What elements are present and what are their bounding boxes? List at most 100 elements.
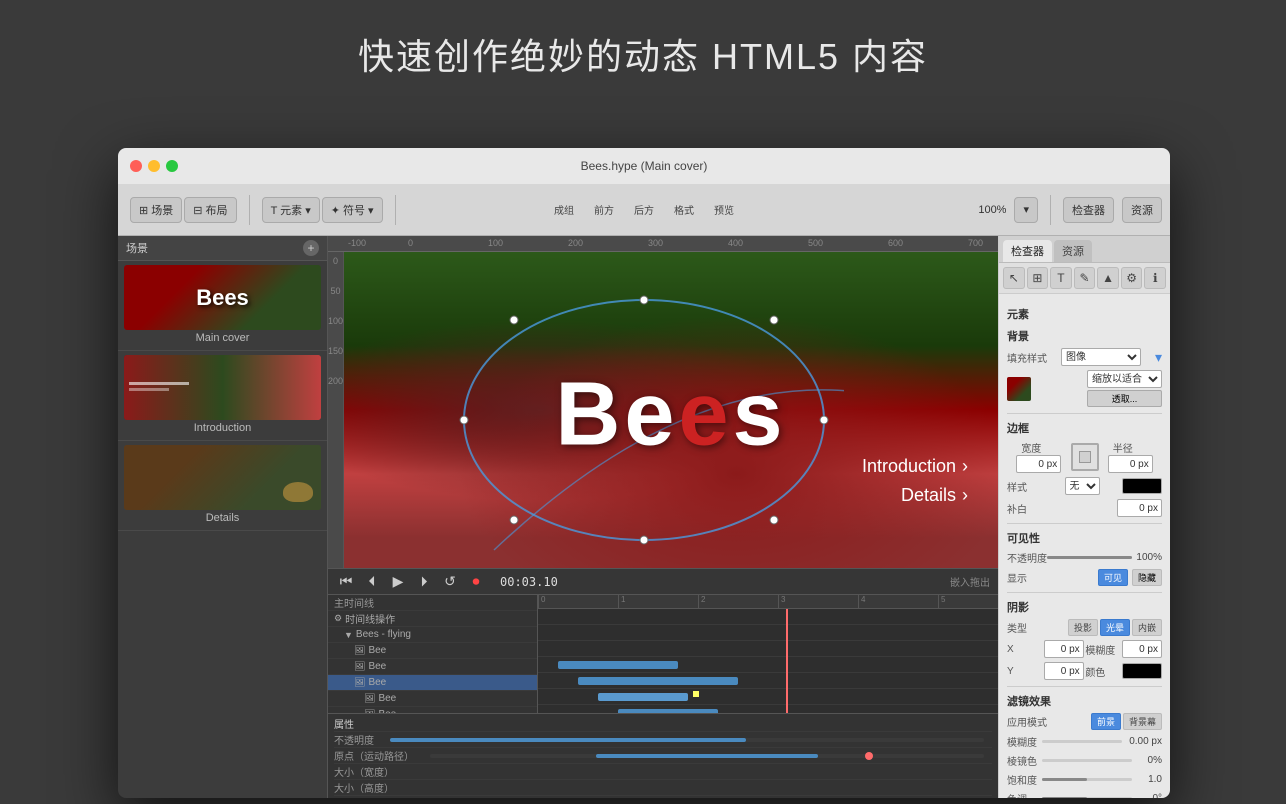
shadow-inner-btn[interactable]: 内嵌 bbox=[1132, 619, 1162, 636]
tool-layers[interactable]: ⊞ bbox=[1027, 267, 1049, 289]
nav-intro-arrow: › bbox=[962, 456, 968, 477]
shadow-glow-btn[interactable]: 光晕 bbox=[1100, 619, 1130, 636]
canvas-wrapper[interactable]: Bees Introduction › Details › bbox=[344, 252, 998, 568]
symbol-btn[interactable]: ✦ 符号 ▾ bbox=[322, 197, 383, 223]
nav-details[interactable]: Details › bbox=[862, 481, 968, 510]
zoom-btn[interactable]: ▾ bbox=[1014, 197, 1038, 223]
visible-btn[interactable]: 可见 bbox=[1098, 569, 1128, 586]
row-filter-hue: 色调 0° bbox=[1007, 791, 1162, 798]
resources-btn[interactable]: 资源 bbox=[1122, 197, 1162, 223]
filter-mode-label: 应用模式 bbox=[1007, 714, 1047, 729]
track-action[interactable]: ⚙ 时间线操作 bbox=[328, 611, 537, 627]
back-btn[interactable]: 后方 bbox=[634, 202, 654, 217]
opacity-slider-container bbox=[1047, 556, 1132, 559]
tool-shape[interactable]: ▲ bbox=[1097, 267, 1119, 289]
blur-slider[interactable] bbox=[1042, 740, 1122, 743]
shadow-color-swatch[interactable] bbox=[1122, 663, 1162, 679]
border-padding-input[interactable] bbox=[1117, 499, 1162, 517]
grainy-slider[interactable] bbox=[1042, 759, 1132, 762]
fill-style-icon: ▾ bbox=[1155, 349, 1162, 366]
track-bee-2[interactable]: 🖼 Bee bbox=[328, 659, 537, 675]
play-btn[interactable]: ▶ bbox=[388, 573, 408, 590]
track-bee-3-selected[interactable]: 🖼 Bee bbox=[328, 675, 537, 691]
minimize-button[interactable] bbox=[148, 160, 160, 172]
scene-thumb-3 bbox=[124, 445, 321, 510]
step-back-btn[interactable]: ⏴ bbox=[362, 573, 382, 590]
kf-track-bee1 bbox=[538, 657, 998, 673]
step-fwd-btn[interactable]: ⏵ bbox=[414, 573, 434, 590]
tool-info[interactable]: ℹ bbox=[1144, 267, 1166, 289]
group-btn[interactable]: 成组 bbox=[554, 202, 574, 217]
track-bees-flying[interactable]: ▼ Bees - flying bbox=[328, 627, 537, 643]
scenes-header: 场景 + bbox=[118, 236, 327, 261]
close-button[interactable] bbox=[130, 160, 142, 172]
timeline-tracks: 主时间线 ⚙ 时间线操作 ▼ Bees - flying 🖼 Bee bbox=[328, 595, 538, 713]
fill-style-select[interactable]: 图像 纯色 渐变 bbox=[1061, 348, 1141, 366]
section-element: 元素 bbox=[1007, 306, 1162, 322]
track-bee-4[interactable]: 🖼 Bee bbox=[328, 691, 537, 707]
kf-diamond-bee3 bbox=[693, 691, 699, 697]
toolbar-center: 成组 前方 后方 格式 预览 bbox=[554, 202, 734, 217]
scene-label-1: Main cover bbox=[124, 330, 321, 346]
tool-text[interactable]: T bbox=[1050, 267, 1072, 289]
shadow-blur-input[interactable] bbox=[1122, 640, 1162, 658]
filter-bg-btn[interactable]: 背景幕 bbox=[1123, 713, 1162, 730]
row-visibility-btns: 显示 可见 隐藏 bbox=[1007, 569, 1162, 586]
track-label-bees-flying: Bees - flying bbox=[356, 629, 411, 640]
kf-track-action bbox=[538, 625, 998, 641]
tool-settings[interactable]: ⚙ bbox=[1121, 267, 1143, 289]
main-toolbar: ⊞ 场景 ⊟ 布局 T 元素 ▾ ✦ 符号 ▾ 成组 前方 后方 格式 预览 1… bbox=[118, 184, 1170, 236]
tab-resources[interactable]: 资源 bbox=[1054, 240, 1092, 262]
main-canvas[interactable]: Bees Introduction › Details › bbox=[344, 252, 998, 568]
border-radius-input[interactable] bbox=[1108, 455, 1153, 473]
track-icon-img-3: 🖼 bbox=[354, 677, 365, 688]
row-fill-style: 填充样式 图像 纯色 渐变 ▾ bbox=[1007, 348, 1162, 366]
shadow-x-input[interactable] bbox=[1044, 640, 1084, 658]
shadow-y-input[interactable] bbox=[1044, 662, 1084, 680]
track-bee-1[interactable]: 🖼 Bee bbox=[328, 643, 537, 659]
track-icon-img-4: 🖼 bbox=[364, 693, 375, 704]
sat-slider[interactable] bbox=[1042, 778, 1132, 781]
border-style-select[interactable]: 无 bbox=[1065, 477, 1100, 495]
fit-controls: 缩放以适合 透取... bbox=[1087, 370, 1162, 407]
preview-btn[interactable]: 预览 bbox=[714, 202, 734, 217]
tab-inspector[interactable]: 检查器 bbox=[1003, 240, 1052, 262]
hue-slider[interactable] bbox=[1042, 797, 1132, 798]
titlebar: Bees.hype (Main cover) bbox=[118, 148, 1170, 184]
window-title: Bees.hype (Main cover) bbox=[581, 159, 708, 173]
front-btn[interactable]: 前方 bbox=[594, 202, 614, 217]
nav-introduction[interactable]: Introduction › bbox=[862, 452, 968, 481]
prop-label-opacity: 不透明度 bbox=[334, 732, 374, 747]
kf-track-group bbox=[538, 641, 998, 657]
layout-view-btn[interactable]: ⊟ 布局 bbox=[184, 197, 236, 223]
inspector-btn[interactable]: 检查器 bbox=[1063, 197, 1114, 223]
border-color-swatch[interactable] bbox=[1122, 478, 1162, 494]
tool-pen[interactable]: ✎ bbox=[1074, 267, 1096, 289]
filter-fg-btn[interactable]: 前景 bbox=[1091, 713, 1121, 730]
tool-cursor[interactable]: ↖ bbox=[1003, 267, 1025, 289]
track-label-bee-4: Bee bbox=[378, 693, 396, 704]
track-label-main: 主时间线 bbox=[334, 595, 374, 610]
scene-item-details[interactable]: Details bbox=[118, 441, 327, 531]
element-btn[interactable]: T 元素 ▾ bbox=[262, 197, 320, 223]
hidden-btn[interactable]: 隐藏 bbox=[1132, 569, 1162, 586]
opacity-slider[interactable] bbox=[1047, 556, 1132, 559]
element-toolbar-group: T 元素 ▾ ✦ 符号 ▾ bbox=[258, 197, 387, 223]
loop-btn[interactable]: ↺ bbox=[440, 573, 460, 590]
fit-select[interactable]: 缩放以适合 bbox=[1087, 370, 1162, 388]
scene-view-btn[interactable]: ⊞ 场景 bbox=[130, 197, 182, 223]
maximize-button[interactable] bbox=[166, 160, 178, 172]
border-width-input[interactable] bbox=[1016, 455, 1061, 473]
toolbar-sep-3 bbox=[1050, 195, 1051, 225]
transparent-btn[interactable]: 透取... bbox=[1087, 390, 1162, 407]
add-scene-button[interactable]: + bbox=[303, 240, 319, 256]
jump-start-btn[interactable]: ⏮ bbox=[336, 573, 356, 590]
shadow-drop-btn[interactable]: 投影 bbox=[1068, 619, 1098, 636]
filter-blur-slider bbox=[1042, 740, 1122, 743]
track-label-bee-1: Bee bbox=[368, 645, 386, 656]
format-btn[interactable]: 格式 bbox=[674, 202, 694, 217]
scene-item-introduction[interactable]: Introduction bbox=[118, 351, 327, 441]
filter-mode-btns: 前景 背景幕 bbox=[1091, 713, 1162, 730]
record-btn[interactable]: ⏺ bbox=[466, 573, 486, 590]
scene-item-main-cover[interactable]: Bees Main cover bbox=[118, 261, 327, 351]
